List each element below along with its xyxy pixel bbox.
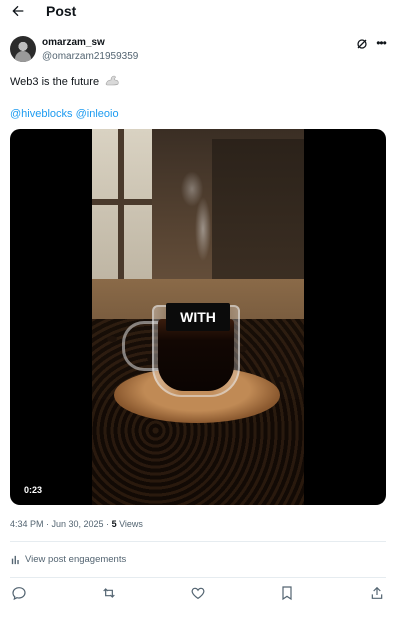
post-author: omarzam_sw @omarzam21959359 ••• [10, 36, 396, 66]
bookmark-icon[interactable] [279, 585, 295, 601]
flexed-biceps-icon [105, 75, 119, 86]
mention-link[interactable]: @hiveblocks [10, 108, 73, 120]
grok-icon[interactable] [356, 38, 368, 50]
window-image [92, 129, 152, 279]
steam-image [178, 169, 228, 289]
mention-link[interactable]: @inleoio [76, 108, 119, 120]
view-engagements-link[interactable]: View post engagements [10, 554, 126, 565]
share-icon[interactable] [369, 585, 385, 601]
analytics-icon [11, 555, 19, 565]
post-text: Web3 is the future [10, 75, 119, 88]
post-timestamp[interactable]: 4:34 PM · Jun 30, 2025 · [10, 519, 112, 529]
avatar[interactable] [10, 36, 36, 62]
more-options-icon[interactable]: ••• [374, 36, 388, 50]
divider [10, 541, 386, 542]
post-meta: 4:34 PM · Jun 30, 2025 · 5 Views [10, 519, 143, 529]
author-name[interactable]: omarzam_sw [42, 37, 105, 48]
views-label: Views [116, 519, 143, 529]
reply-icon[interactable] [11, 585, 27, 601]
divider [10, 577, 386, 578]
video-player[interactable]: WITH 0:23 [10, 129, 386, 505]
view-engagements-label[interactable]: View post engagements [25, 554, 126, 565]
action-bar [0, 585, 406, 603]
video-caption: WITH [166, 303, 230, 331]
author-handle[interactable]: @omarzam21959359 [42, 51, 138, 62]
page-title: Post [46, 3, 77, 19]
post-text-content: Web3 is the future [10, 76, 100, 88]
repost-icon[interactable] [101, 585, 117, 601]
top-bar: Post [0, 0, 406, 26]
like-icon[interactable] [190, 585, 206, 601]
back-arrow-icon[interactable] [10, 3, 26, 19]
video-duration: 0:23 [24, 485, 43, 495]
post-mentions: @hiveblocks @inleoio [10, 108, 119, 120]
